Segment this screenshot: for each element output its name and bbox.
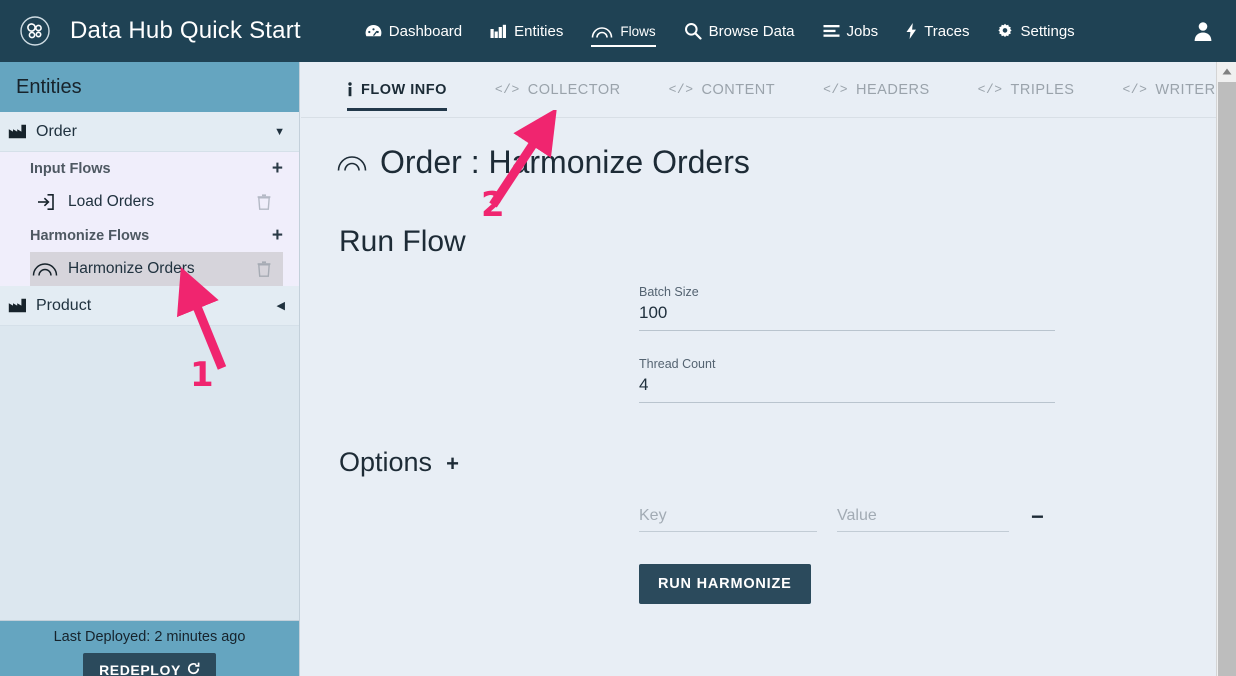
tab-label: HEADERS (856, 81, 930, 98)
annotation-number-1: 1 (190, 355, 214, 395)
group-label: Harmonize Flows (30, 227, 150, 244)
nav-label: Dashboard (388, 22, 463, 40)
tab-label: WRITER (1155, 81, 1216, 98)
add-harmonize-flow-button[interactable]: + (272, 226, 283, 245)
jobs-list-icon (823, 24, 840, 38)
chevron-left-icon[interactable]: ◀ (277, 299, 285, 312)
nav-label: Entities (514, 22, 564, 40)
sidebar-group-harmonize-flows: Harmonize Flows + (0, 219, 299, 252)
nav-label: Settings (1020, 22, 1075, 40)
thread-count-label: Thread Count (639, 357, 716, 371)
tab-label: COLLECTOR (527, 81, 621, 98)
nav-item-flows[interactable]: Flows (577, 0, 669, 62)
nav-item-dashboard[interactable]: Dashboard (351, 0, 476, 62)
annotation-number-2: 2 (481, 185, 505, 225)
batch-size-input[interactable]: 100 (639, 299, 1055, 331)
info-icon (347, 82, 353, 97)
nav-label: Traces (924, 22, 970, 40)
flow-tab-bar: FLOW INFO </> COLLECTOR </> CONTENT </> … (301, 62, 1216, 118)
nav-label: Flows (620, 23, 656, 39)
add-option-button[interactable]: + (446, 451, 459, 477)
code-icon: </> (823, 82, 849, 97)
tab-headers[interactable]: </> HEADERS (823, 62, 930, 118)
sidebar-title: Entities (0, 62, 299, 112)
main-content: FLOW INFO </> COLLECTOR </> CONTENT </> … (301, 62, 1216, 676)
thread-count-input[interactable]: 4 (639, 371, 1055, 403)
redeploy-label: REDEPLOY (99, 662, 181, 676)
main-nav: Dashboard Entities Flows Browse Data Job… (351, 0, 1192, 62)
nav-item-browse-data[interactable]: Browse Data (670, 0, 809, 62)
options-heading: Options (339, 447, 433, 477)
refresh-icon (187, 662, 200, 676)
tab-label: CONTENT (701, 81, 776, 98)
group-label: Input Flows (30, 160, 111, 177)
code-icon: </> (1122, 82, 1148, 97)
entities-sidebar: Entities Order ▼ Input Flows + Load Orde… (0, 62, 300, 676)
code-icon: </> (977, 82, 1003, 97)
page-title-text: Order : Harmonize Orders (380, 144, 750, 180)
page-title: Order : Harmonize Orders (337, 144, 1216, 181)
remove-option-button[interactable]: − (1031, 506, 1044, 528)
batch-size-field[interactable]: Batch Size 100 (639, 285, 1055, 331)
entities-chart-icon (490, 24, 507, 39)
tab-label: FLOW INFO (361, 81, 447, 98)
option-key-value-row: − (639, 505, 1216, 532)
add-input-flow-button[interactable]: + (272, 159, 283, 178)
nav-item-traces[interactable]: Traces (892, 0, 983, 62)
tab-triples[interactable]: </> TRIPLES (978, 62, 1075, 118)
code-icon: </> (494, 82, 520, 97)
entity-name: Product (36, 296, 92, 314)
batch-size-label: Batch Size (639, 285, 699, 299)
option-value-input[interactable] (837, 505, 1009, 532)
traces-bolt-icon (906, 23, 917, 39)
tab-collector[interactable]: </> COLLECTOR (495, 62, 621, 118)
sidebar-entity-order[interactable]: Order ▼ (0, 112, 299, 152)
nav-item-jobs[interactable]: Jobs (809, 0, 893, 62)
flow-name: Load Orders (68, 193, 155, 210)
gear-icon (997, 23, 1013, 39)
nav-item-settings[interactable]: Settings (983, 0, 1088, 62)
options-header: Options + (339, 447, 1216, 478)
tab-content[interactable]: </> CONTENT (669, 62, 776, 118)
sidebar-item-load-orders[interactable]: Load Orders (0, 185, 299, 219)
scroll-up-arrow[interactable] (1217, 62, 1236, 80)
tab-flow-info[interactable]: FLOW INFO (347, 62, 447, 118)
input-flow-icon (30, 194, 60, 210)
run-harmonize-button[interactable]: RUN HARMONIZE (639, 564, 811, 604)
flows-arc-icon (591, 24, 613, 39)
datahub-logo-icon[interactable] (16, 12, 54, 50)
harmonize-arc-icon (337, 153, 367, 172)
sidebar-group-input-flows: Input Flows + (0, 152, 299, 185)
redeploy-button[interactable]: REDEPLOY (83, 653, 216, 676)
option-key-input[interactable] (639, 505, 817, 532)
code-icon: </> (668, 82, 694, 97)
sidebar-item-harmonize-orders[interactable]: Harmonize Orders (0, 252, 299, 286)
factory-icon (8, 298, 32, 313)
app-root: Data Hub Quick Start Dashboard Entities … (0, 0, 1236, 676)
last-deployed-status: Last Deployed: 2 minutes ago (53, 629, 246, 645)
app-title: Data Hub Quick Start (70, 17, 301, 44)
trash-icon[interactable] (257, 194, 271, 210)
nav-label: Browse Data (708, 22, 795, 40)
top-navigation-bar: Data Hub Quick Start Dashboard Entities … (0, 0, 1236, 62)
nav-label: Jobs (846, 22, 879, 40)
sidebar-footer: Last Deployed: 2 minutes ago REDEPLOY (0, 620, 299, 676)
nav-item-entities[interactable]: Entities (476, 0, 577, 62)
entity-name: Order (36, 122, 77, 140)
thread-count-field[interactable]: Thread Count 4 (639, 357, 1055, 403)
flow-name: Harmonize Orders (68, 260, 195, 277)
chevron-down-icon[interactable]: ▼ (274, 126, 285, 138)
run-flow-heading: Run Flow (339, 225, 466, 258)
factory-icon (8, 124, 32, 139)
dashboard-icon (365, 24, 382, 39)
tab-writer[interactable]: </> WRITER (1122, 62, 1215, 118)
sidebar-entity-product[interactable]: Product ◀ (0, 286, 299, 326)
main-scrollbar[interactable] (1216, 62, 1236, 676)
search-icon (684, 22, 702, 40)
scrollbar-thumb[interactable] (1218, 82, 1236, 676)
trash-icon[interactable] (257, 261, 271, 277)
user-avatar-icon[interactable] (1192, 20, 1214, 42)
tab-label: TRIPLES (1010, 81, 1075, 98)
harmonize-arc-icon (30, 262, 60, 277)
